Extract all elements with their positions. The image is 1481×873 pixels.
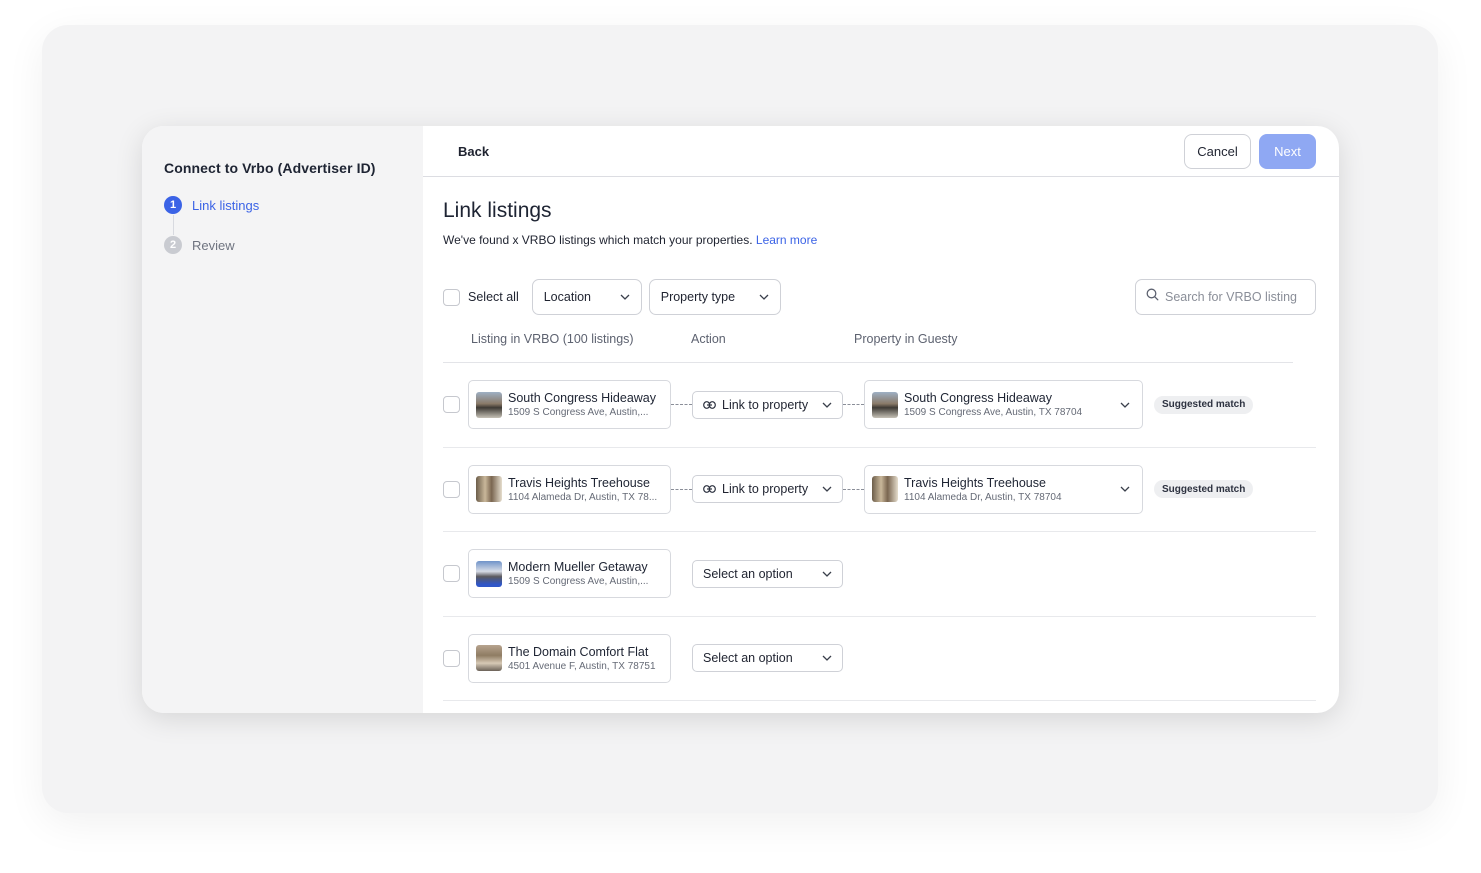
listing-title: Travis Heights Treehouse xyxy=(508,475,650,490)
step-number: 2 xyxy=(164,236,182,254)
action-dropdown[interactable]: Select an option xyxy=(692,559,843,588)
select-all[interactable]: Select all xyxy=(443,288,532,306)
select-all-label: Select all xyxy=(468,290,519,304)
column-headers: Listing in VRBO (100 listings) Action Pr… xyxy=(443,315,1293,363)
link-icon xyxy=(703,485,716,494)
connector-line xyxy=(843,404,864,406)
search-input[interactable] xyxy=(1165,290,1305,304)
next-button[interactable]: Next xyxy=(1259,133,1316,169)
listing-thumbnail xyxy=(476,391,502,418)
content: Link listings We've found x VRBO listing… xyxy=(423,177,1339,701)
property-type-filter[interactable]: Property type xyxy=(648,279,781,315)
action-dropdown[interactable]: Link to property xyxy=(692,390,843,419)
back-button[interactable]: Back xyxy=(458,144,489,159)
connector-line xyxy=(671,404,692,406)
property-title: South Congress Hideaway xyxy=(904,391,1052,406)
column-header-property: Property in Guesty xyxy=(854,331,958,346)
search-icon xyxy=(1146,288,1159,306)
vrbo-listing-card: South Congress Hideaway 1509 S Congress … xyxy=(468,380,671,430)
suggested-match-badge: Suggested match xyxy=(1154,395,1254,414)
chevron-down-icon xyxy=(1120,402,1130,408)
chevron-down-icon xyxy=(1120,486,1130,493)
connector-line xyxy=(671,488,692,490)
chevron-down-icon xyxy=(759,292,769,302)
link-icon xyxy=(703,400,716,409)
chevron-down-icon xyxy=(822,402,832,408)
chevron-down-icon xyxy=(620,292,630,302)
property-type-filter-label: Property type xyxy=(660,290,736,304)
listing-title: Modern Mueller Getaway xyxy=(508,560,648,575)
listing-thumbnail xyxy=(476,645,502,672)
row-checkbox[interactable] xyxy=(443,480,460,498)
action-label: Select an option xyxy=(703,566,793,581)
action-label: Link to property xyxy=(722,482,809,497)
action-dropdown[interactable]: Link to property xyxy=(692,475,843,504)
sidebar-title: Connect to Vrbo (Advertiser ID) xyxy=(164,160,376,176)
row-checkbox[interactable] xyxy=(443,565,460,583)
chevron-down-icon xyxy=(822,486,832,493)
column-header-listing: Listing in VRBO (100 listings) xyxy=(471,331,634,346)
main-panel: Back Cancel Next Link listings We've fou… xyxy=(423,126,1339,713)
property-thumbnail xyxy=(872,476,898,503)
property-address: 1104 Alameda Dr, Austin, TX 78704 xyxy=(904,491,1062,503)
connect-dialog: Connect to Vrbo (Advertiser ID) 1 Link l… xyxy=(142,126,1339,713)
step-link-listings[interactable]: 1 Link listings xyxy=(164,195,423,215)
subtitle-text: We've found x VRBO listings which match … xyxy=(443,233,753,247)
listing-address: 4501 Avenue F, Austin, TX 78751 xyxy=(508,660,656,672)
chevron-down-icon xyxy=(822,655,832,662)
action-dropdown[interactable]: Select an option xyxy=(692,644,843,673)
listing-thumbnail xyxy=(476,560,502,587)
step-number: 1 xyxy=(164,196,182,214)
row-checkbox[interactable] xyxy=(443,649,460,667)
suggested-match-badge: Suggested match xyxy=(1154,480,1254,499)
sidebar: Connect to Vrbo (Advertiser ID) 1 Link l… xyxy=(142,126,423,713)
location-filter[interactable]: Location xyxy=(531,279,642,315)
table-row: South Congress Hideaway 1509 S Congress … xyxy=(443,363,1316,448)
vrbo-listing-card: The Domain Comfort Flat 4501 Avenue F, A… xyxy=(468,633,671,683)
guesty-property-select[interactable]: Travis Heights Treehouse 1104 Alameda Dr… xyxy=(864,464,1143,514)
page-title: Link listings xyxy=(443,199,552,222)
listing-title: The Domain Comfort Flat xyxy=(508,644,649,659)
listing-title: South Congress Hideaway xyxy=(508,391,656,406)
table-row: Modern Mueller Getaway 1509 S Congress A… xyxy=(443,532,1316,617)
property-address: 1509 S Congress Ave, Austin, TX 78704 xyxy=(904,407,1083,419)
step-connector xyxy=(173,215,174,235)
filters-bar: Select all Location Property type xyxy=(443,279,1316,315)
topbar: Back Cancel Next xyxy=(423,126,1339,177)
listing-address: 1104 Alameda Dr, Austin, TX 78... xyxy=(508,491,658,503)
listing-thumbnail xyxy=(476,476,502,503)
listing-address: 1509 S Congress Ave, Austin,... xyxy=(508,407,649,419)
column-header-action: Action xyxy=(691,331,726,346)
guesty-property-select[interactable]: South Congress Hideaway 1509 S Congress … xyxy=(864,380,1143,430)
learn-more-link[interactable]: Learn more xyxy=(756,233,817,247)
vrbo-listing-card: Modern Mueller Getaway 1509 S Congress A… xyxy=(468,549,671,599)
action-label: Select an option xyxy=(703,651,793,666)
page-subtitle: We've found x VRBO listings which match … xyxy=(443,233,1316,247)
search-box[interactable] xyxy=(1135,279,1316,315)
step-review[interactable]: 2 Review xyxy=(164,235,423,255)
table-row: The Domain Comfort Flat 4501 Avenue F, A… xyxy=(443,617,1316,701)
select-all-checkbox[interactable] xyxy=(443,288,460,306)
property-thumbnail xyxy=(872,391,898,418)
location-filter-label: Location xyxy=(543,290,591,304)
row-checkbox[interactable] xyxy=(443,396,460,414)
step-label: Review xyxy=(192,237,235,253)
property-title: Travis Heights Treehouse xyxy=(904,475,1046,490)
chevron-down-icon xyxy=(822,571,832,577)
cancel-button[interactable]: Cancel xyxy=(1184,133,1251,169)
vrbo-listing-card: Travis Heights Treehouse 1104 Alameda Dr… xyxy=(468,464,671,514)
connector-line xyxy=(843,488,864,490)
step-label: Link listings xyxy=(192,197,260,213)
listing-address: 1509 S Congress Ave, Austin,... xyxy=(508,576,649,588)
table-row: Travis Heights Treehouse 1104 Alameda Dr… xyxy=(443,448,1316,532)
action-label: Link to property xyxy=(722,397,809,412)
